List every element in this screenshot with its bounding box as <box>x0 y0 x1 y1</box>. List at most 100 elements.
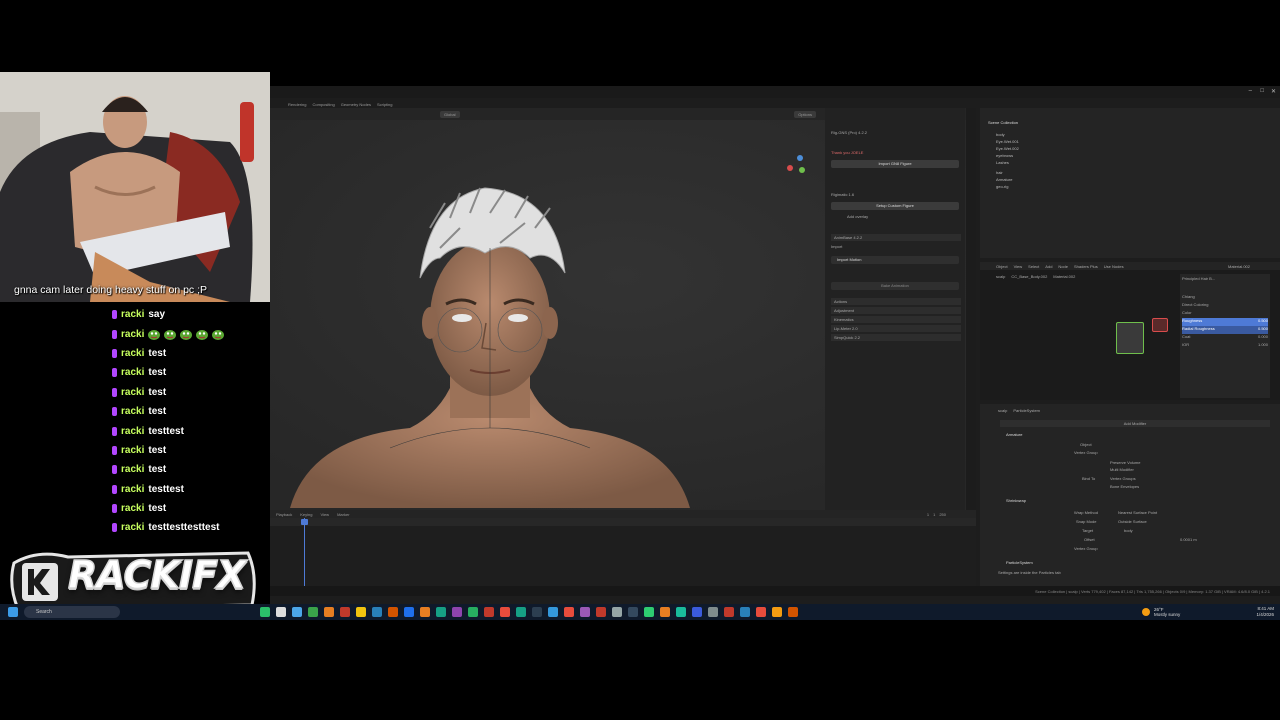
tab-geometry-nodes[interactable]: Geometry Nodes <box>341 102 371 107</box>
app-icon[interactable] <box>724 607 734 617</box>
app-icon[interactable] <box>356 607 366 617</box>
minimize-icon[interactable]: – <box>1249 88 1252 94</box>
material-selector[interactable]: Material.002 <box>1228 264 1250 269</box>
row-multi-modifier[interactable]: Multi Modifier <box>1110 467 1134 472</box>
blender-icon[interactable] <box>324 607 334 617</box>
section-simpquick[interactable]: SimpQuick 2.2 <box>831 334 961 341</box>
system-clock[interactable]: 8:41 AM 1/4/2026 <box>1256 606 1274 618</box>
animbase-header[interactable]: AnimBase 4.2.2 <box>831 234 961 241</box>
playhead-handle[interactable] <box>301 519 308 525</box>
bake-animation-button[interactable]: Bake Animation <box>831 282 959 290</box>
properties-editor[interactable]: scalp ParticleSystem Add Modifier Armatu… <box>980 404 1280 586</box>
menu-add[interactable]: Add <box>1045 264 1052 269</box>
menu-view[interactable]: View <box>1014 264 1023 269</box>
app-icon[interactable] <box>660 607 670 617</box>
app-icon[interactable] <box>564 607 574 617</box>
menu-object[interactable]: Object <box>996 264 1008 269</box>
app-icon[interactable] <box>772 607 782 617</box>
app-icon[interactable] <box>516 607 526 617</box>
tab-scripting[interactable]: Scripting <box>377 102 393 107</box>
app-icon[interactable] <box>500 607 510 617</box>
end-frame[interactable]: 250 <box>939 512 946 517</box>
target-value[interactable]: body <box>1124 528 1133 533</box>
menu-view[interactable]: View <box>320 512 329 517</box>
row-preserve-volume[interactable]: Preserve Volume <box>1110 460 1140 465</box>
prop-color[interactable]: Color <box>1182 310 1268 318</box>
orientation-dropdown[interactable]: Global <box>440 110 460 118</box>
app-icon[interactable] <box>276 607 286 617</box>
outliner-item[interactable]: Lashes <box>996 160 1009 165</box>
menu-playback[interactable]: Playback <box>276 512 292 517</box>
app-icon[interactable] <box>628 607 638 617</box>
app-icon[interactable] <box>260 607 270 617</box>
app-icon[interactable] <box>676 607 686 617</box>
app-icon[interactable] <box>452 607 462 617</box>
prop-roughness[interactable]: Roughness 0.500 <box>1182 318 1268 326</box>
app-icon[interactable] <box>708 607 718 617</box>
wrap-method-value[interactable]: Nearest Surface Point <box>1118 510 1157 515</box>
taskbar-search[interactable]: Search <box>24 606 120 618</box>
outliner-item[interactable]: Armature <box>996 177 1012 182</box>
row-bone-envelopes[interactable]: Bone Envelopes <box>1110 484 1139 489</box>
start-icon[interactable] <box>8 607 18 617</box>
app-icon[interactable] <box>292 607 302 617</box>
app-icon[interactable] <box>548 607 558 617</box>
outliner-item[interactable]: hair <box>996 170 1003 175</box>
timeline[interactable]: Playback Keying View Marker 1 1 250 <box>270 510 976 586</box>
app-icon[interactable] <box>340 607 350 617</box>
add-overlay-label[interactable]: Add overlay <box>847 214 868 219</box>
section-adjustment[interactable]: Adjustment <box>831 307 961 314</box>
modifier-armature[interactable]: Armature <box>1006 432 1022 437</box>
prop-ior[interactable]: IOR 1.000 <box>1182 342 1268 350</box>
shader-editor[interactable]: Object View Select Add Node Shaders Plus… <box>980 262 1280 400</box>
app-icon[interactable] <box>372 607 382 617</box>
app-icon[interactable] <box>740 607 750 617</box>
app-icon[interactable] <box>388 607 398 617</box>
app-icon[interactable] <box>532 607 542 617</box>
outliner-item[interactable]: Eye.Wet.001 <box>996 139 1019 144</box>
app-icon[interactable] <box>644 607 654 617</box>
outliner-item[interactable]: eyebrows <box>996 153 1013 158</box>
modifier-particle-system[interactable]: ParticleSystem <box>1006 560 1033 565</box>
add-modifier-button[interactable]: Add Modifier <box>1000 420 1270 427</box>
modifier-shrinkwrap[interactable]: Shrinkwrap <box>1006 498 1026 503</box>
section-kinematics[interactable]: Kinematics <box>831 316 961 323</box>
tab-rendering[interactable]: Rendering <box>288 102 306 107</box>
import-motion-dropdown[interactable]: Import Motion <box>831 256 959 264</box>
outliner-item[interactable]: geo-rig <box>996 184 1008 189</box>
menu-select[interactable]: Select <box>1028 264 1039 269</box>
app-icon[interactable] <box>404 607 414 617</box>
offset-value[interactable]: 0.0001 m <box>1180 537 1197 542</box>
tab-compositing[interactable]: Compositing <box>312 102 334 107</box>
app-icon[interactable] <box>756 607 766 617</box>
snap-mode-value[interactable]: Outside Surface <box>1118 519 1147 524</box>
app-icon[interactable] <box>596 607 606 617</box>
prop-radial-roughness[interactable]: Radial Roughness 0.500 <box>1182 326 1268 334</box>
sidebar-vertical-tabs[interactable] <box>966 108 976 510</box>
current-frame[interactable]: 1 <box>927 512 929 517</box>
prop-coat[interactable]: Coat 0.000 <box>1182 334 1268 342</box>
weather-icon[interactable] <box>1142 608 1150 616</box>
section-lip-meter[interactable]: Lip-Meter 2.0 <box>831 325 961 332</box>
app-icon[interactable] <box>436 607 446 617</box>
section-actions[interactable]: Actions <box>831 298 961 305</box>
prop-parametrization[interactable]: Direct Coloring <box>1182 302 1268 310</box>
menu-use-nodes[interactable]: Use Nodes <box>1104 264 1124 269</box>
start-frame[interactable]: 1 <box>933 512 935 517</box>
shader-node[interactable] <box>1116 322 1144 354</box>
import-figure-button[interactable]: Import GN8 Figure <box>831 160 959 168</box>
row-vertex-groups[interactable]: Vertex Groups <box>1110 476 1136 481</box>
output-node[interactable] <box>1152 318 1168 332</box>
menu-marker[interactable]: Marker <box>337 512 349 517</box>
chrome-icon[interactable] <box>788 607 798 617</box>
playhead[interactable] <box>304 518 305 586</box>
app-icon[interactable] <box>580 607 590 617</box>
outliner-item[interactable]: body <box>996 132 1005 137</box>
outliner-item[interactable]: Eye.Wet.002 <box>996 146 1019 151</box>
setup-custom-figure-button[interactable]: Setup Custom Figure <box>831 202 959 210</box>
menu-node[interactable]: Node <box>1058 264 1068 269</box>
app-icon[interactable] <box>468 607 478 617</box>
app-icon[interactable] <box>484 607 494 617</box>
menu-keying[interactable]: Keying <box>300 512 312 517</box>
timeline-ruler[interactable] <box>270 518 976 526</box>
